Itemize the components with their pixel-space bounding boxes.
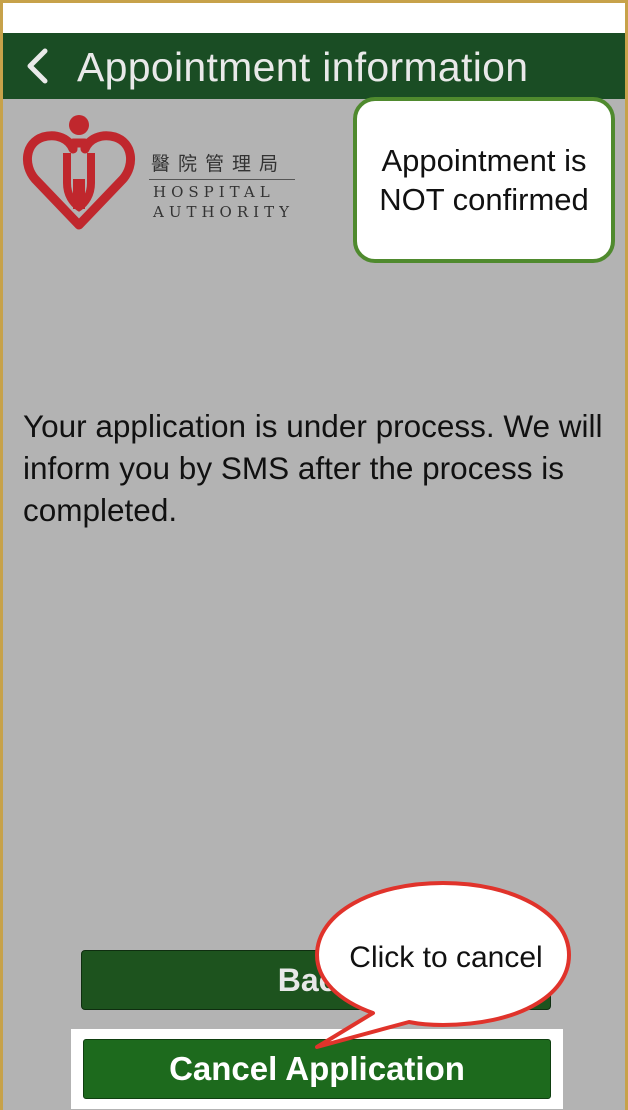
status-bar: [3, 3, 625, 33]
hospital-authority-emblem-icon: [23, 115, 135, 230]
page-title: Appointment information: [77, 44, 529, 90]
hospital-authority-logo: 醫院管理局 HOSPITAL AUTHORITY: [21, 113, 311, 231]
chevron-left-icon[interactable]: [17, 43, 57, 89]
logo-english-line1: HOSPITAL: [153, 183, 275, 201]
navigation-bar: Appointment information: [3, 33, 625, 99]
status-callout: Appointment is NOT confirmed: [353, 97, 615, 263]
app-screen: Appointment information 醫院管理局 HOSPITAL A…: [0, 0, 628, 1110]
logo-english-line2: AUTHORITY: [153, 203, 294, 221]
logo-divider: [149, 179, 295, 180]
logo-chinese-name: 醫院管理局: [151, 153, 287, 175]
click-callout-text: Click to cancel: [349, 941, 543, 974]
status-message: Your application is under process. We wi…: [23, 408, 603, 528]
